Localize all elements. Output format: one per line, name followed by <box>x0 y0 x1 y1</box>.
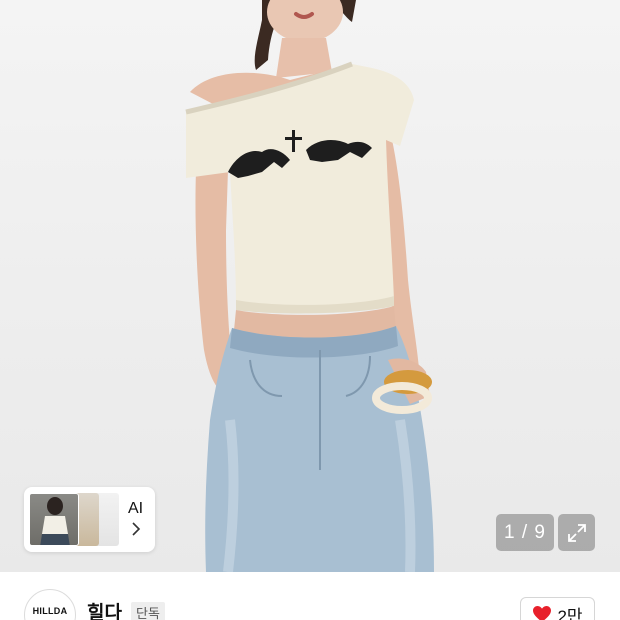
brand-name[interactable]: 힐다 <box>87 598 122 620</box>
heart-icon <box>533 606 552 620</box>
like-button[interactable]: 2만 <box>520 597 595 620</box>
product-image-gallery[interactable]: AI 1 / 9 <box>0 0 620 572</box>
thumbnail-1 <box>29 493 79 546</box>
chevron-right-icon <box>131 521 141 540</box>
brand-row: HILLDA 힐다 단독 2만 <box>0 572 620 620</box>
brand-logo-text: HILLDA <box>32 606 68 616</box>
like-count: 2만 <box>557 606 583 620</box>
ai-label: AI <box>127 499 144 517</box>
expand-icon <box>567 523 586 542</box>
expand-image-button[interactable] <box>558 514 595 551</box>
exclusive-badge: 단독 <box>131 602 165 620</box>
brand-logo[interactable]: HILLDA <box>24 589 76 620</box>
ai-similar-looks-button[interactable]: AI <box>24 487 155 552</box>
image-page-counter: 1 / 9 <box>496 514 554 551</box>
ai-thumbnails <box>27 490 119 549</box>
